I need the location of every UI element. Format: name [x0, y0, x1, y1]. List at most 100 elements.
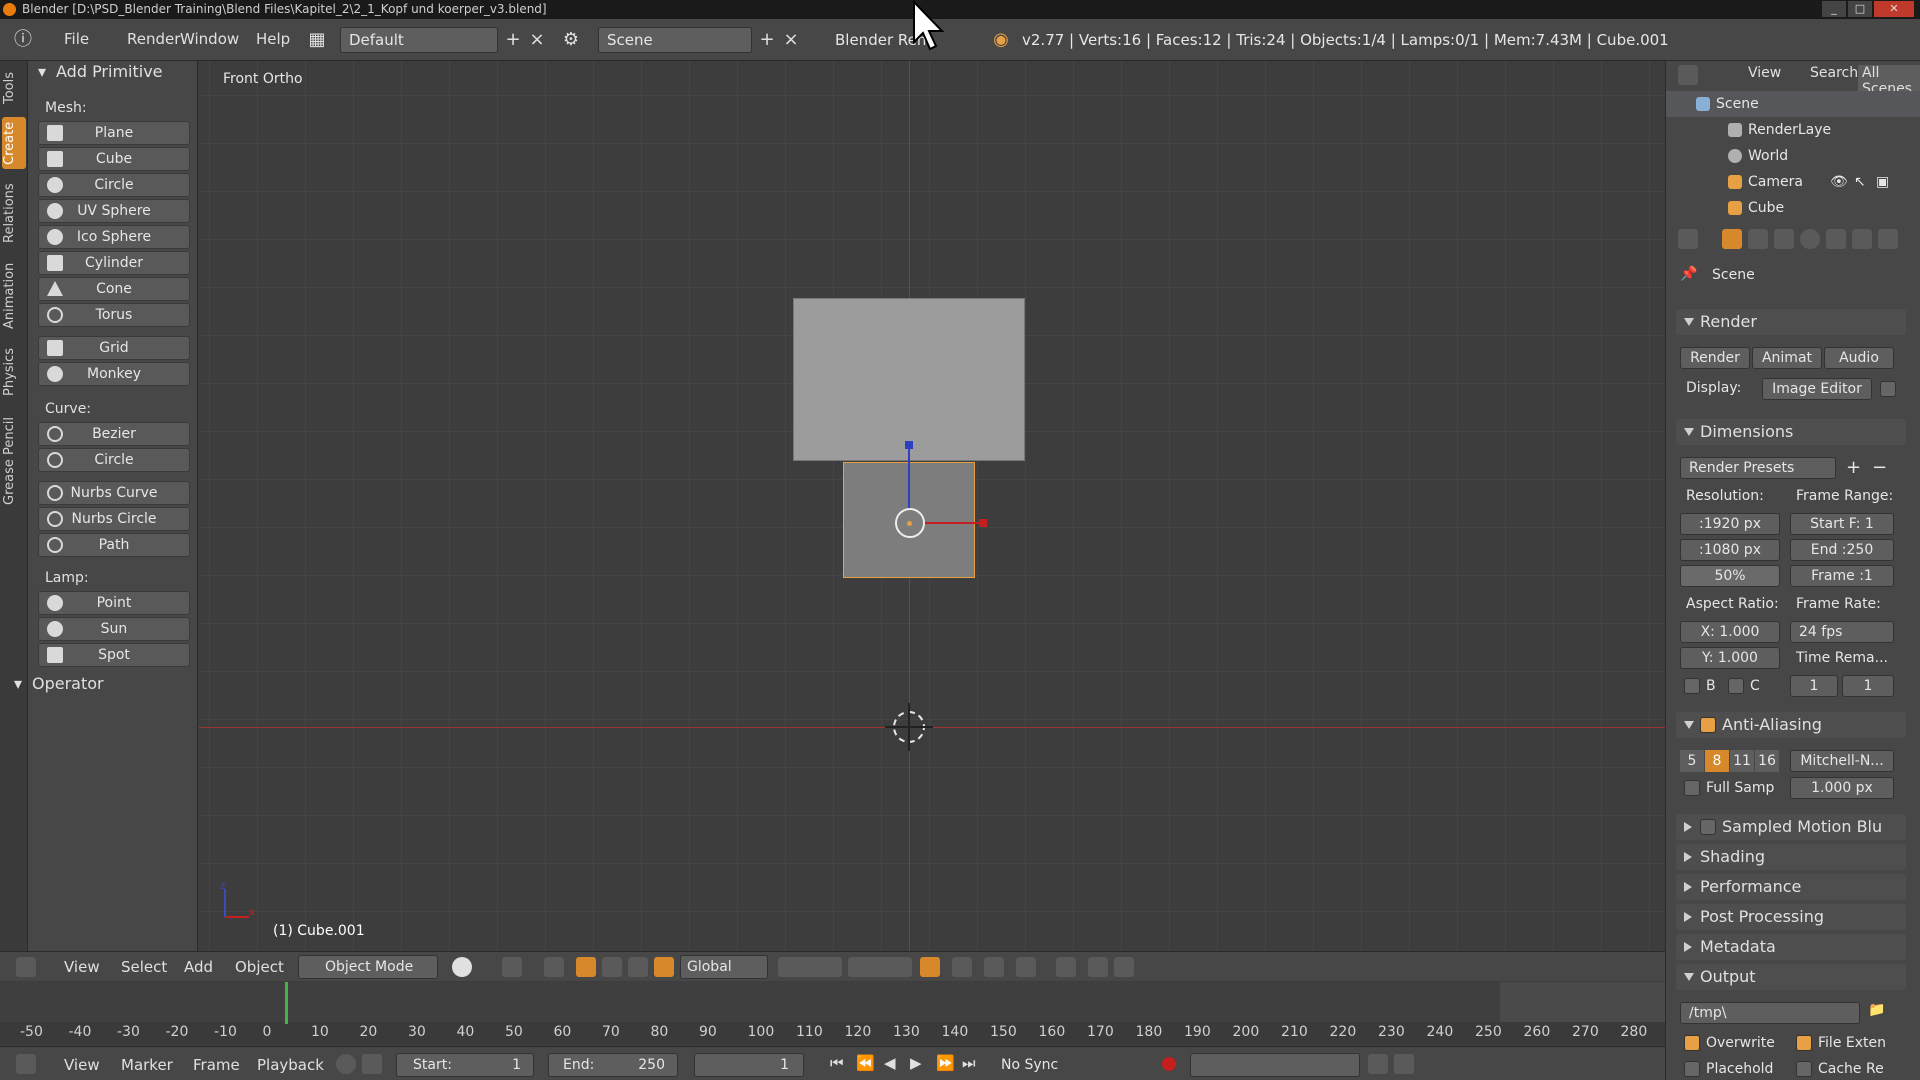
add-cylinder-button[interactable]: Cylinder [38, 251, 190, 275]
placeholders-checkbox[interactable] [1684, 1061, 1700, 1077]
current-frame-indicator[interactable] [285, 982, 288, 1024]
play-reverse-button[interactable]: ◀ [884, 1054, 896, 1072]
manipulator-toggle-icon[interactable] [544, 957, 564, 977]
play-button[interactable]: ▶ [910, 1054, 922, 1072]
x-gizmo-arrow[interactable] [925, 522, 981, 524]
resolution-percentage-slider[interactable]: 50% [1680, 565, 1780, 587]
menu-select[interactable]: Select [121, 958, 167, 976]
display-dropdown[interactable]: Image Editor [1762, 378, 1872, 400]
pivot-point-icon[interactable] [502, 957, 522, 977]
timeline-menu-frame[interactable]: Frame [193, 1056, 240, 1074]
proportional-edit-icon[interactable] [952, 957, 972, 977]
frame-step-field[interactable]: Frame :1 [1790, 565, 1894, 587]
modifiers-tab-icon[interactable] [1878, 229, 1898, 249]
outliner-row-world[interactable]: World [1666, 143, 1920, 169]
add-curve-circle-button[interactable]: Circle [38, 448, 190, 472]
rotate-manipulator-icon[interactable] [602, 957, 622, 977]
object-tab-icon[interactable] [1826, 229, 1846, 249]
render-border-icon[interactable] [1114, 957, 1134, 977]
folder-icon[interactable]: 📁 [1868, 1002, 1885, 1018]
cache-result-checkbox[interactable] [1796, 1061, 1812, 1077]
aa-samples-16[interactable]: 16 [1755, 750, 1779, 772]
menu-add[interactable]: Add [184, 958, 213, 976]
add-primitive-collapse-icon[interactable]: ▾ [38, 62, 46, 81]
metadata-panel-header[interactable]: Metadata [1676, 934, 1906, 960]
add-cube-button[interactable]: Cube [38, 147, 190, 171]
scene-field[interactable]: Scene [598, 27, 752, 53]
menu-render[interactable]: Render [127, 30, 180, 48]
z-gizmo-arrow[interactable] [908, 446, 910, 508]
time-remap-new-field[interactable]: 1 [1842, 675, 1894, 697]
output-panel-header[interactable]: Output [1676, 964, 1906, 990]
timeline[interactable]: -50 -40 -30 -20 -10 0 10 20 30 40 50 60 70 80 90 100 110… [0, 982, 1665, 1044]
snap-target-icon[interactable] [1016, 957, 1036, 977]
operator-collapse-icon[interactable]: ▾ [14, 674, 22, 693]
timeline-menu-marker[interactable]: Marker [121, 1056, 173, 1074]
outliner-row-cube[interactable]: Cube [1666, 195, 1920, 221]
current-frame-field[interactable]: 1 [694, 1053, 804, 1077]
tab-physics[interactable]: Physics [2, 343, 26, 401]
aa-samples-11[interactable]: 11 [1730, 750, 1754, 772]
lock-layers-icon[interactable] [920, 957, 940, 977]
cube-object[interactable] [793, 298, 1025, 461]
add-spot-lamp-button[interactable]: Spot [38, 643, 190, 667]
object-mode-dropdown[interactable]: Object Mode [298, 955, 438, 979]
add-torus-button[interactable]: Torus [38, 303, 190, 327]
add-bezier-button[interactable]: Bezier [38, 422, 190, 446]
dimensions-panel-header[interactable]: Dimensions [1676, 419, 1906, 445]
editor-type-timeline-icon[interactable] [16, 1054, 36, 1074]
outliner-row-camera[interactable]: Camera 👁 ↖ ▣ [1666, 169, 1920, 195]
render-layers-tab-icon[interactable] [1748, 229, 1768, 249]
add-screen-button[interactable]: + [502, 27, 524, 53]
add-path-button[interactable]: Path [38, 533, 190, 557]
snap-element-icon[interactable] [984, 957, 1004, 977]
render-audio-button[interactable]: Audio [1824, 347, 1894, 369]
delete-screen-button[interactable]: × [526, 27, 548, 53]
frame-rate-dropdown[interactable]: 24 fps [1790, 621, 1894, 643]
start-frame-prop-field[interactable]: Start F: 1 [1790, 513, 1894, 535]
translate-manipulator-icon[interactable] [576, 957, 596, 977]
editor-type-3d-icon[interactable] [16, 957, 36, 977]
time-remap-old-field[interactable]: 1 [1790, 675, 1838, 697]
render-camera-icon[interactable]: ▣ [1876, 169, 1889, 195]
output-path-field[interactable]: /tmp\ [1680, 1002, 1860, 1024]
opengl-render-icon[interactable] [1056, 957, 1076, 977]
constraints-tab-icon[interactable] [1852, 229, 1872, 249]
remove-preset-button[interactable]: − [1872, 457, 1887, 478]
tab-grease-pencil[interactable]: Grease Pencil [2, 409, 26, 513]
anti-aliasing-checkbox[interactable] [1700, 717, 1716, 733]
tab-relations[interactable]: Relations [2, 177, 26, 249]
select-arrow-icon[interactable]: ↖ [1854, 169, 1866, 195]
x-gizmo-handle[interactable] [979, 519, 987, 527]
layers-row1-icon[interactable] [778, 957, 842, 977]
menu-file[interactable]: File [64, 30, 89, 48]
add-monkey-button[interactable]: Monkey [38, 362, 190, 386]
motion-blur-checkbox[interactable] [1700, 819, 1716, 835]
jump-start-button[interactable]: ⏮ [830, 1054, 844, 1072]
menu-help[interactable]: Help [256, 30, 290, 48]
full-sample-checkbox[interactable] [1684, 780, 1700, 796]
render-still-button[interactable]: Render [1680, 347, 1750, 369]
tab-animation[interactable]: Animation [2, 257, 26, 335]
world-tab-icon[interactable] [1800, 229, 1820, 249]
add-preset-button[interactable]: + [1846, 457, 1861, 478]
maximize-button[interactable]: □ [1848, 1, 1872, 17]
resolution-y-field[interactable]: :1080 px [1680, 539, 1780, 561]
editor-type-outliner-icon[interactable] [1678, 65, 1698, 85]
end-frame-field[interactable]: End: 250 [548, 1053, 678, 1077]
add-sun-lamp-button[interactable]: Sun [38, 617, 190, 641]
sync-mode-dropdown[interactable]: No Sync [996, 1053, 1138, 1077]
menu-view[interactable]: View [64, 958, 100, 976]
add-point-lamp-button[interactable]: Point [38, 591, 190, 615]
tab-tools[interactable]: Tools [2, 66, 26, 110]
keying-set-field[interactable] [1190, 1053, 1360, 1077]
editor-type-info-icon[interactable]: ⓘ [12, 27, 34, 53]
border-checkbox[interactable] [1684, 678, 1700, 694]
outliner-menu-search[interactable]: Search [1810, 65, 1858, 81]
outliner-menu-view[interactable]: View [1748, 65, 1781, 81]
viewport-shading-icon[interactable] [452, 957, 472, 977]
3d-cursor-icon[interactable] [885, 703, 933, 751]
aa-filter-dropdown[interactable]: Mitchell-N... [1790, 750, 1894, 772]
jump-keyframe-forward-button[interactable]: ⏩ [936, 1054, 955, 1072]
start-frame-field[interactable]: Start: 1 [396, 1053, 534, 1077]
